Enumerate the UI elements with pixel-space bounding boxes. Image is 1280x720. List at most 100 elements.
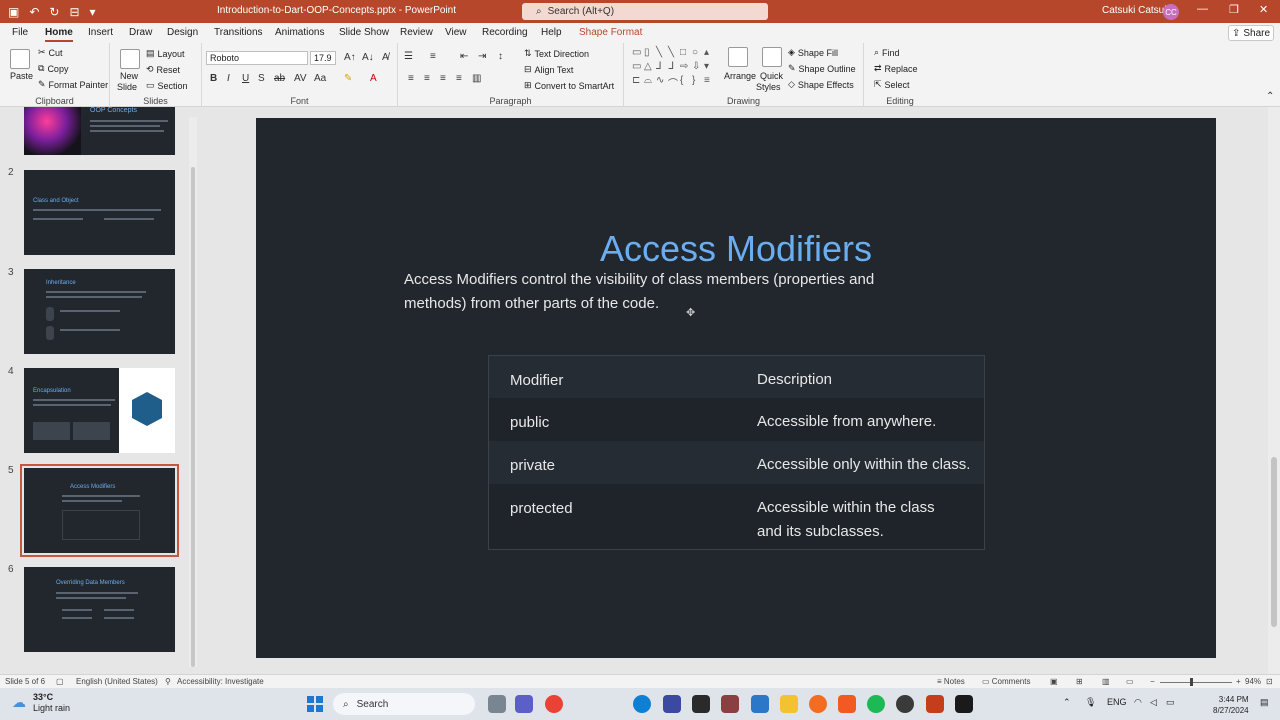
notes-button[interactable]: ≡ Notes [937,677,965,686]
slide-sorter-icon[interactable]: ⊞ [1076,677,1083,686]
select-button[interactable]: ⇱ Select [874,79,910,90]
tab-recording[interactable]: Recording [482,27,528,38]
format-painter-button[interactable]: ✎ Format Painter [38,79,108,90]
comments-button[interactable]: ▭ Comments [982,677,1030,686]
connector-shape-icon[interactable]: ⅃ [656,61,668,75]
text-direction-button[interactable]: ⇅ Text Direction [524,48,589,59]
present-icon[interactable]: ⊟ [69,5,79,19]
slide-body-text[interactable]: Access Modifiers control the visibility … [404,268,924,316]
scroll-shapes-icon[interactable]: ▾ [704,61,716,75]
rect-shape-icon[interactable]: □ [680,47,692,61]
paste-icon[interactable] [10,49,30,69]
decrease-font-icon[interactable]: A↓ [362,52,374,63]
task-view-icon[interactable] [488,695,506,713]
tab-home[interactable]: Home [45,27,73,42]
tab-draw[interactable]: Draw [129,27,152,38]
language-status[interactable]: English (United States) [76,677,158,686]
language-indicator[interactable]: ENG [1107,697,1127,707]
modifiers-table[interactable]: Modifier Description public Accessible f… [488,355,985,550]
minimize-icon[interactable]: — [1197,3,1208,15]
shape-outline-button[interactable]: ✎ Shape Outline [788,63,856,74]
reading-view-icon[interactable]: ▥ [1102,677,1110,686]
share-button[interactable]: ⇪ Share [1228,25,1274,41]
section-button[interactable]: ▭ Section [146,80,188,91]
wifi-icon[interactable]: ◠ [1134,697,1142,708]
callout-shape-icon[interactable]: ⌓ [644,75,656,89]
new-slide-button-2[interactable]: Slide [117,82,137,92]
increase-indent-icon[interactable]: ⇥ [478,51,486,62]
clock[interactable]: 3:44 PM 8/27/2024 [1213,694,1249,716]
undo-icon[interactable]: ↶ [29,5,39,19]
edge-icon[interactable] [633,695,651,713]
thumbnail-slide-3[interactable]: Inheritance [24,269,175,354]
chatgpt-icon[interactable] [896,695,914,713]
tab-transitions[interactable]: Transitions [214,27,263,38]
find-button[interactable]: ⌕ Find [874,47,900,58]
thumbnail-slide-4[interactable]: Encapsulation [24,368,175,453]
slide-title[interactable]: Access Modifiers [256,228,1216,270]
tab-help[interactable]: Help [541,27,562,38]
font-size-select[interactable]: 17.9 [310,51,336,65]
search-box[interactable]: ⌕ Search (Alt+Q) [522,3,768,20]
font-color-icon[interactable]: A [370,73,377,84]
rect2-shape-icon[interactable]: ▭ [632,61,644,75]
strikethrough-icon[interactable]: ab [274,73,285,84]
thumbnail-scrollbar[interactable] [189,117,197,667]
quick-styles-icon[interactable] [762,47,782,67]
customize-toolbar-icon[interactable]: ▾ [90,5,96,19]
line2-shape-icon[interactable]: ╲ [668,47,680,61]
zoom-in-icon[interactable]: + [1236,677,1241,686]
tab-file[interactable]: File [12,27,28,38]
tab-insert[interactable]: Insert [88,27,113,38]
tab-view[interactable]: View [445,27,467,38]
normal-view-icon[interactable]: ▣ [1050,677,1058,686]
tab-slide-show[interactable]: Slide Show [339,27,389,38]
capcut-icon[interactable] [955,695,973,713]
slideshow-view-icon[interactable]: ▭ [1126,677,1134,686]
brace-shape-icon[interactable]: { [680,75,692,89]
brace2-shape-icon[interactable]: } [692,75,704,89]
bold-icon[interactable]: B [210,73,217,84]
new-slide-button[interactable]: New [120,71,138,81]
arrange-icon[interactable] [728,47,748,67]
justify-icon[interactable]: ≡ [456,73,462,84]
line-shape-icon[interactable]: ╲ [656,47,668,61]
app-icon-2[interactable] [721,695,739,713]
line-spacing-icon[interactable]: ↕ [498,51,503,62]
editor-scrollbar[interactable] [1268,107,1280,674]
curve-shape-icon[interactable]: ∿ [656,75,668,89]
connector2-shape-icon[interactable]: ᒧ [668,61,680,75]
decrease-indent-icon[interactable]: ⇤ [460,51,468,62]
quick-styles-button-2[interactable]: Styles [756,82,781,92]
start-button[interactable] [307,696,323,712]
paste-button[interactable]: Paste [10,71,33,81]
battery-icon[interactable]: ▭ [1166,697,1175,708]
app-icon[interactable] [692,695,710,713]
zoom-out-icon[interactable]: − [1150,677,1155,686]
tab-shape-format[interactable]: Shape Format [579,27,642,38]
zoom-level[interactable]: 94% [1245,677,1261,686]
align-right-icon[interactable]: ≡ [440,73,446,84]
italic-icon[interactable]: I [227,73,230,84]
tab-design[interactable]: Design [167,27,198,38]
textbox-shape-icon[interactable]: ▭ [632,47,644,61]
layout-button[interactable]: ▤ Layout [146,48,185,59]
align-left-icon[interactable]: ≡ [408,73,414,84]
clear-formatting-icon[interactable]: A̸ [382,52,389,63]
thumbnail-slide-1[interactable]: OOP Concepts [24,107,175,155]
spotify-icon[interactable] [867,695,885,713]
bullets-icon[interactable]: ☰ [404,51,413,62]
font-name-select[interactable]: Roboto [206,51,308,65]
reset-button[interactable]: ⟲ Reset [146,64,180,75]
zoom-slider-knob[interactable] [1190,678,1193,686]
vscode-icon[interactable] [751,695,769,713]
avatar[interactable]: CC [1163,4,1179,20]
file-explorer-icon[interactable] [780,695,798,713]
editor-scroll-handle[interactable] [1271,457,1277,627]
freeform-shape-icon[interactable]: ⌒ [668,75,680,90]
spacing-icon[interactable]: AV [294,73,307,84]
brave-icon[interactable] [838,695,856,713]
zoom-slider[interactable] [1160,682,1232,683]
thumbnail-scroll-handle[interactable] [191,167,195,667]
align-text-button[interactable]: ⊟ Align Text [524,64,573,75]
